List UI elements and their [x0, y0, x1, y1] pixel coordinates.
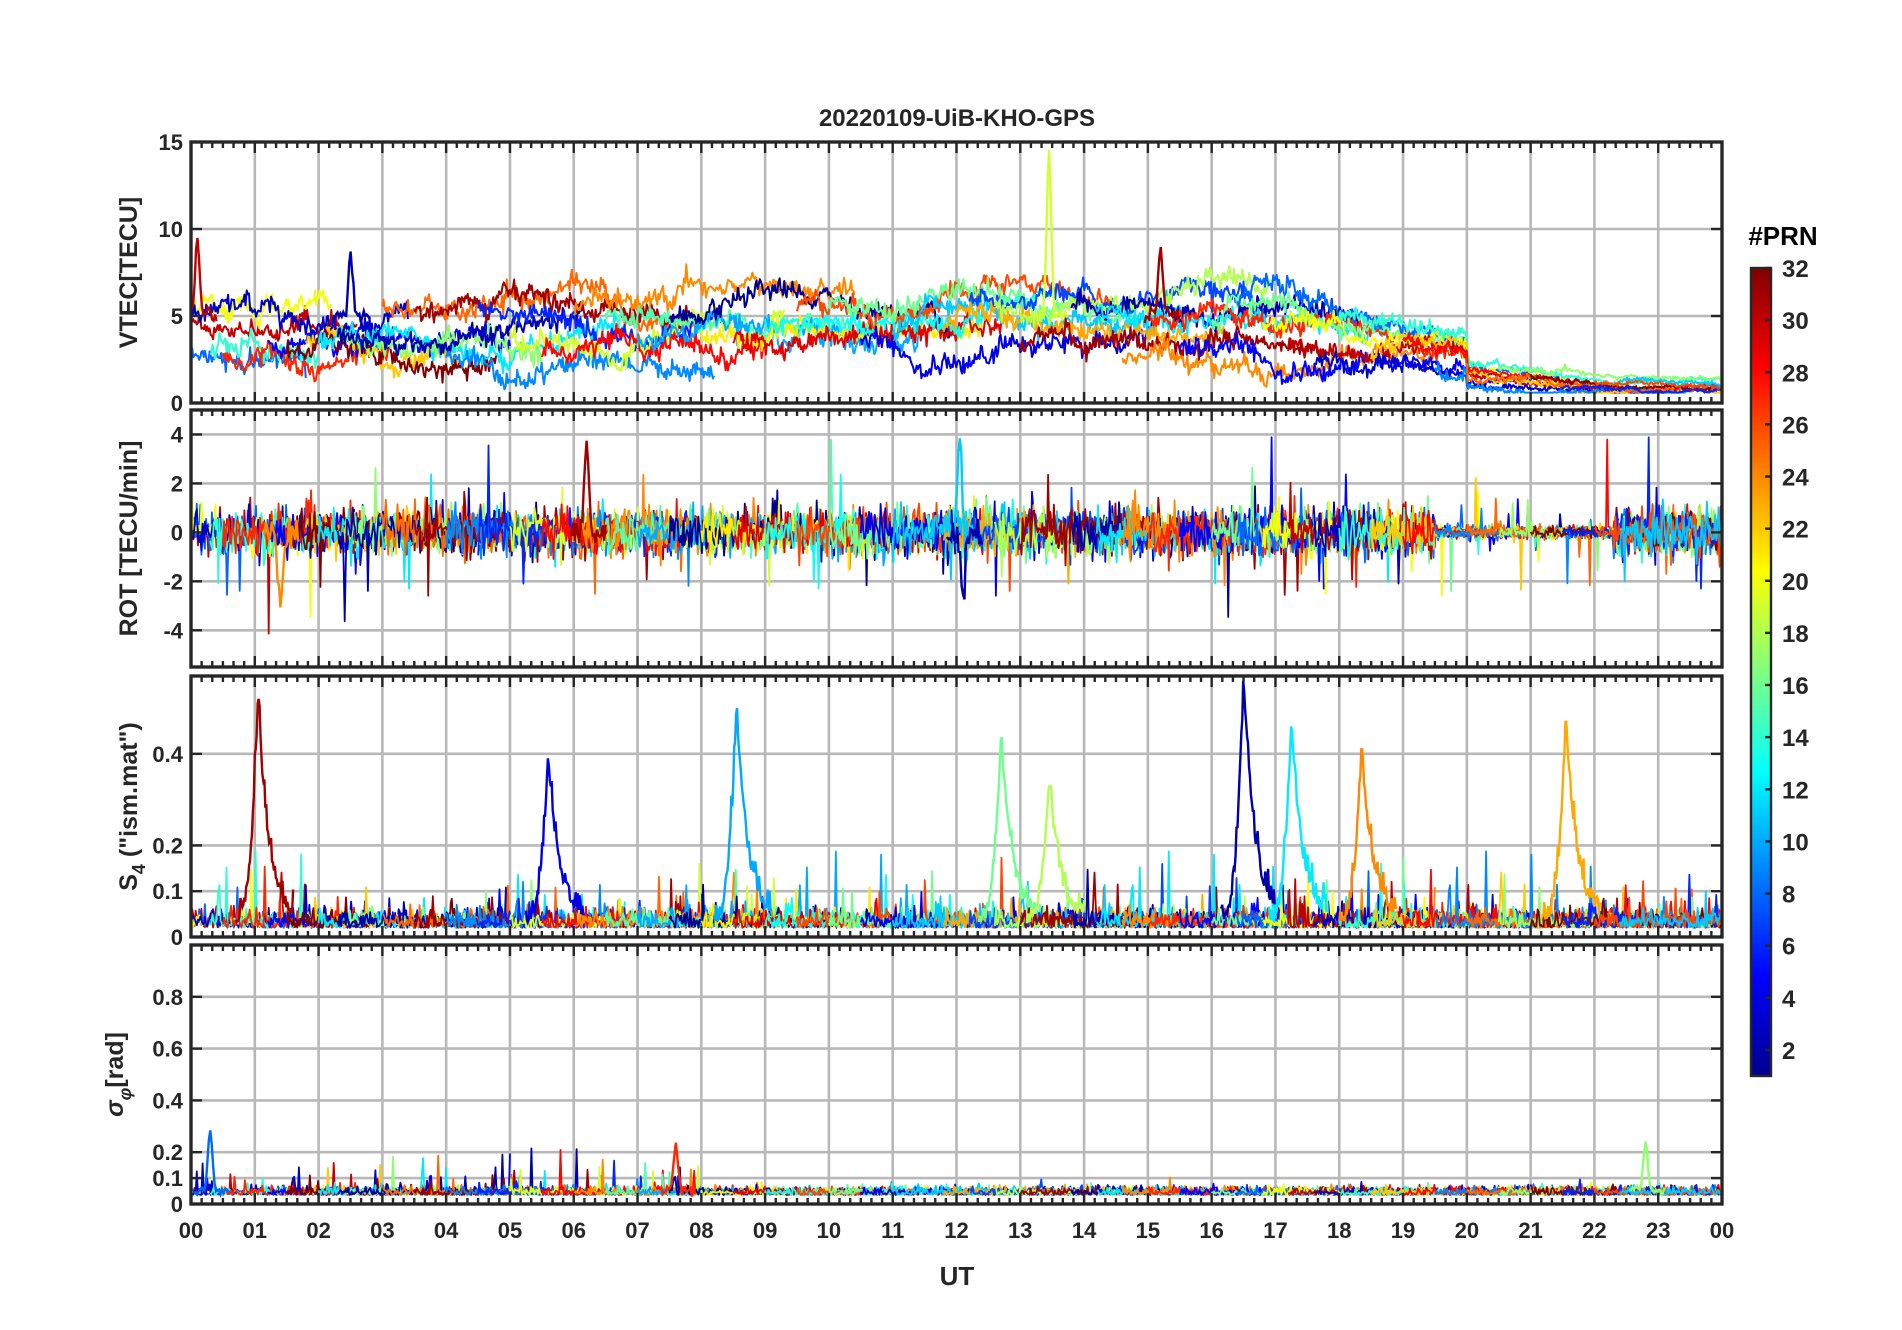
colorbar-tick-label: 20: [1782, 569, 1809, 596]
y-tick-label: 0.4: [152, 1088, 183, 1113]
colorbar-title: #PRN: [1748, 221, 1817, 251]
y-axis-label: σφ[rad]: [101, 1032, 135, 1117]
y-tick-label: 0.1: [152, 1166, 183, 1191]
y-axis-label: S4 ("ism.mat"): [115, 722, 149, 891]
y-tick-label: 0.6: [152, 1037, 183, 1062]
y-axis-label-subscript: φ: [115, 1087, 135, 1100]
y-tick-label: 0.8: [152, 985, 183, 1010]
panel-rot: -4 -2 0 2 4 ROT [TECU/min]: [115, 408, 1724, 669]
x-tick-label: 20: [1455, 1218, 1479, 1243]
x-tick-label: 23: [1646, 1218, 1670, 1243]
colorbar-tick-label: 22: [1782, 517, 1809, 544]
x-tick-label: 16: [1199, 1218, 1223, 1243]
y-axis-label-subscript: 4: [129, 864, 149, 874]
x-tick-label: 14: [1072, 1218, 1097, 1243]
x-tick-label: 18: [1327, 1218, 1351, 1243]
gps-scintillation-figure: 20220109-UiB-KHO-GPS 051015VTEC[TECU]-4-…: [101, 105, 1818, 1291]
y-tick-label: 0: [171, 925, 183, 950]
y-tick-label: 0: [171, 1192, 183, 1217]
colorbar-tick-label: 16: [1782, 673, 1809, 700]
y-tick-label: 15: [159, 130, 183, 155]
x-tick-label: 02: [306, 1218, 330, 1243]
colorbar-tick-label: 2: [1782, 1038, 1795, 1065]
x-tick-label: 21: [1518, 1218, 1542, 1243]
colorbar-tick-label: 28: [1782, 360, 1809, 387]
panel-sigma_phi: 00.10.2 0.4 0.6 0.8 σφ[rad]: [101, 943, 1724, 1217]
x-tick-label: 03: [370, 1218, 394, 1243]
x-tick-label: 10: [817, 1218, 841, 1243]
x-tick-label: 15: [1136, 1218, 1160, 1243]
colorbar-tick-label: 4: [1782, 986, 1796, 1013]
x-tick-label: 07: [625, 1218, 649, 1243]
colorbar-tick-label: 24: [1782, 465, 1809, 492]
y-tick-label: -4: [163, 618, 183, 643]
x-tick-label: 08: [689, 1218, 713, 1243]
y-tick-label: 0.4: [152, 742, 183, 767]
x-tick-label: 06: [562, 1218, 586, 1243]
y-tick-label: 0: [171, 520, 183, 545]
colorbar-tick-label: 18: [1782, 621, 1809, 648]
x-tick-label: 01: [243, 1218, 267, 1243]
colorbar-tick-label: 6: [1782, 934, 1795, 961]
y-axis-label-main: S: [115, 874, 143, 891]
x-tick-label: 00: [179, 1218, 203, 1243]
y-tick-label: -2: [163, 569, 183, 594]
y-tick-label: 0.1: [152, 879, 183, 904]
x-tick-label: 11: [881, 1218, 904, 1243]
x-tick-label: 04: [434, 1218, 459, 1243]
y-tick-label: 2: [171, 471, 183, 496]
y-tick-label: 10: [159, 217, 183, 242]
y-axis-label-main: σ: [101, 1099, 129, 1117]
y-tick-label: 5: [171, 304, 183, 329]
panels: 051015VTEC[TECU]-4-2024ROT [TECU/min]00.…: [101, 130, 1734, 1243]
colorbar-tick-label: 14: [1782, 725, 1809, 752]
figure-title: 20220109-UiB-KHO-GPS: [819, 105, 1095, 132]
y-axis-label-rest: ("ism.mat"): [115, 722, 143, 864]
colorbar-tick-label: 26: [1782, 412, 1809, 439]
x-axis-label: UT: [940, 1261, 975, 1291]
colorbar-tick-label: 32: [1782, 256, 1809, 283]
x-tick-label: 00: [1710, 1218, 1734, 1243]
y-axis-label-rest: [rad]: [101, 1032, 129, 1088]
prn-colorbar: #PRN 2468101214161820222426283032: [1748, 221, 1818, 1078]
x-tick-label: 12: [944, 1218, 968, 1243]
x-tick-label: 17: [1263, 1218, 1287, 1243]
x-tick-label: 13: [1008, 1218, 1032, 1243]
panel-s4: 00.10.20.4S4 ("ism.mat"): [115, 674, 1724, 950]
y-axis-label: VTEC[TECU]: [115, 197, 143, 348]
y-tick-label: 4: [171, 422, 184, 447]
x-tick-label: 09: [753, 1218, 777, 1243]
y-tick-label: 0: [171, 391, 183, 416]
y-axis-label: ROT [TECU/min]: [115, 441, 143, 637]
colorbar-tick-label: 8: [1782, 882, 1795, 909]
panel-vtec: 0 5 10 15 VTEC[TECU]: [115, 130, 1724, 416]
x-tick-label: 05: [498, 1218, 522, 1243]
x-tick-label: 19: [1391, 1218, 1415, 1243]
colorbar-tick-label: 12: [1782, 777, 1809, 804]
x-tick-label: 22: [1582, 1218, 1606, 1243]
colorbar-tick-label: 30: [1782, 308, 1809, 335]
colorbar-gradient: [1749, 266, 1773, 1078]
y-tick-label: 0.2: [152, 1140, 183, 1165]
y-tick-label: 0.2: [152, 833, 183, 858]
colorbar-tick-label: 10: [1782, 829, 1809, 856]
